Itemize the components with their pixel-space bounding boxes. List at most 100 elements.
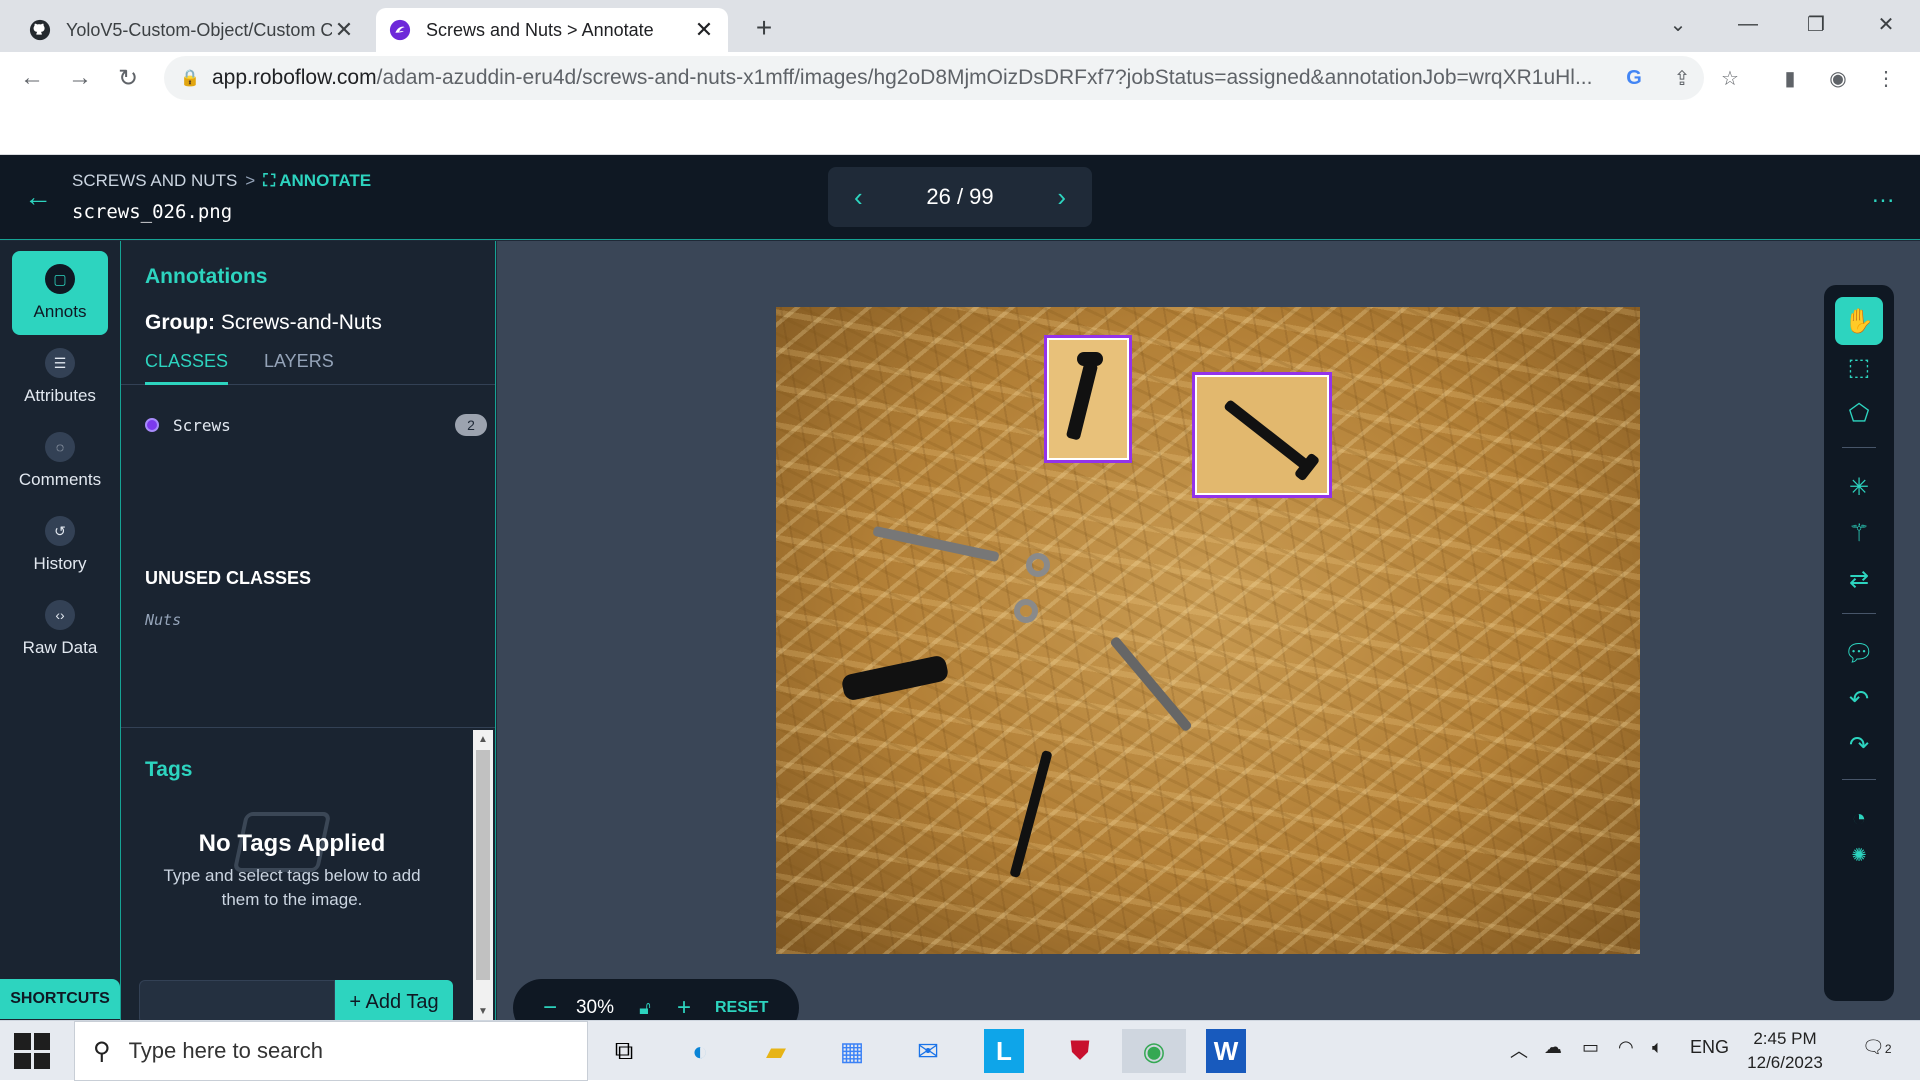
system-clock[interactable]: 2:45 PM 12/6/2023 [1730, 1027, 1840, 1075]
menu-icon[interactable]: ⋮ [1872, 64, 1900, 92]
comment-icon: ◌ [45, 432, 75, 462]
tag-input[interactable] [139, 980, 335, 1024]
scroll-up-icon[interactable]: ▲ [473, 730, 493, 748]
app-header: ← SCREWS AND NUTS > ⛶ ANNOTATE screws_02… [0, 155, 1920, 240]
bookmark-star-icon[interactable]: ☆ [1716, 64, 1744, 92]
bounding-box-screw[interactable] [1044, 335, 1132, 463]
tags-scrollbar[interactable]: ▲ ▼ [473, 730, 493, 1020]
rail-label: Comments [18, 470, 102, 489]
annotate-icon: ⛶ [263, 171, 280, 190]
url-path: /adam-azuddin-eru4d/screws-and-nuts-x1mf… [376, 66, 1592, 89]
minimize-button[interactable]: — [1728, 8, 1768, 40]
lock-zoom-icon[interactable]: 🔓︎ [623, 998, 667, 1019]
new-tab-button[interactable]: + [748, 12, 780, 44]
add-tag-button[interactable]: + Add Tag [335, 980, 453, 1024]
volume-icon[interactable]: 🔈︎ [1652, 1037, 1663, 1058]
more-options-icon[interactable]: ... [1872, 181, 1895, 209]
mcafee-icon[interactable]: ⛊ [1056, 1029, 1104, 1073]
edge-icon[interactable]: ◐ [676, 1029, 724, 1073]
close-tab-icon[interactable]: ✕ [332, 17, 356, 42]
tab-roboflow[interactable]: Screws and Nuts > Annotate ✕ [376, 8, 728, 52]
prev-image-icon[interactable]: ‹ [854, 182, 863, 213]
close-tab-icon[interactable]: ✕ [692, 17, 716, 42]
rail-history[interactable]: ↺ History [12, 503, 108, 587]
rail-raw-data[interactable]: ‹› Raw Data [12, 587, 108, 671]
breadcrumb: SCREWS AND NUTS > ⛶ ANNOTATE [72, 171, 371, 191]
tab-title: Screws and Nuts > Annotate [426, 19, 654, 40]
windows-taskbar: ⚲ Type here to search ⧉ ◐ ▰ ▦ ✉ L ⛊ ◉ W … [0, 1020, 1920, 1081]
tab-layers[interactable]: LAYERS [264, 347, 334, 385]
language-indicator[interactable]: ENG [1690, 1037, 1729, 1058]
scroll-down-icon[interactable]: ▼ [473, 1002, 493, 1020]
notifications-icon[interactable]: 🗨︎2 [1862, 1037, 1892, 1058]
screw [872, 525, 1000, 563]
tab-github[interactable]: YoloV5-Custom-Object/Custom C ✕ [16, 8, 368, 52]
bounding-box-icon[interactable]: ⬚ [1835, 343, 1883, 391]
roboflow-app: ← SCREWS AND NUTS > ⛶ ANNOTATE screws_02… [0, 155, 1920, 1037]
next-image-icon[interactable]: › [1057, 182, 1066, 213]
screw [1009, 749, 1053, 879]
panel-tabs: CLASSES LAYERS [121, 347, 495, 385]
google-icon[interactable]: G [1620, 64, 1648, 92]
redo-icon[interactable]: ↷ [1835, 721, 1883, 769]
address-bar[interactable]: 🔒 app.roboflow.com/adam-azuddin-eru4d/sc… [164, 56, 1704, 100]
bounding-box-screw[interactable] [1192, 372, 1332, 498]
wifi-icon[interactable]: ◠ [1618, 1037, 1634, 1058]
screw [1109, 635, 1193, 733]
comment-icon[interactable]: 💬︎ [1835, 629, 1883, 677]
github-icon [28, 18, 52, 42]
tab-search-icon[interactable]: ⌄ [1658, 8, 1698, 40]
reload-icon[interactable]: ↻ [110, 60, 146, 96]
annotation-canvas[interactable]: − 30% 🔓︎ + RESET ✋ ⬚ ⬠ ✳ ⚚ ⇄ 💬︎ ↶ ↷ ◔ ✺ [497, 241, 1920, 1037]
history-icon: ↺ [45, 516, 75, 546]
scroll-thumb[interactable] [476, 750, 490, 980]
word-icon[interactable]: W [1206, 1029, 1246, 1073]
class-count-badge: 2 [455, 414, 487, 436]
zoom-in-button[interactable]: + [667, 994, 701, 1022]
class-row-screws[interactable]: Screws 2 [145, 411, 487, 439]
file-explorer-icon[interactable]: ▰ [752, 1029, 800, 1073]
rail-label: Raw Data [22, 638, 98, 657]
taskbar-search[interactable]: ⚲ Type here to search [74, 1021, 588, 1081]
magic-wand-icon[interactable]: ⚚ [1835, 509, 1883, 557]
restore-button[interactable]: ❐ [1796, 8, 1836, 40]
task-view-icon[interactable]: ⧉ [600, 1029, 648, 1073]
forward-icon[interactable]: → [62, 60, 98, 96]
breadcrumb-project[interactable]: SCREWS AND NUTS [72, 171, 237, 191]
back-arrow-icon[interactable]: ← [24, 181, 52, 213]
rail-annots[interactable]: ▢ Annots [12, 251, 108, 335]
reset-zoom-button[interactable]: RESET [715, 999, 768, 1017]
no-tags-subtitle: Type and select tags below to add them t… [163, 866, 421, 909]
back-icon[interactable]: ← [14, 60, 50, 96]
tray-overflow-icon[interactable]: ︿ [1510, 1037, 1528, 1063]
breadcrumb-current-label: ANNOTATE [279, 171, 372, 190]
chrome-icon[interactable]: ◉ [1122, 1029, 1186, 1073]
tags-heading: Tags [145, 758, 193, 781]
hand-icon[interactable]: ✋ [1835, 297, 1883, 345]
settings-icon[interactable]: ✺ [1835, 831, 1883, 879]
store-icon[interactable]: ▦ [828, 1029, 876, 1073]
annotated-image[interactable] [776, 307, 1640, 954]
tab-classes[interactable]: CLASSES [145, 347, 229, 385]
rail-comments[interactable]: ◌ Comments [12, 419, 108, 503]
tool-palette: ✋ ⬚ ⬠ ✳ ⚚ ⇄ 💬︎ ↶ ↷ ◔ ✺ [1824, 285, 1894, 1001]
onedrive-icon[interactable]: ☁ [1544, 1037, 1562, 1058]
windows-start-icon[interactable] [14, 1033, 50, 1069]
app-l-icon[interactable]: L [984, 1029, 1024, 1073]
rail-attributes[interactable]: ☰ Attributes [12, 335, 108, 419]
smart-select-icon[interactable]: ✳ [1835, 463, 1883, 511]
close-window-button[interactable]: ✕ [1866, 8, 1906, 40]
mail-icon[interactable]: ✉ [904, 1029, 952, 1073]
repeat-icon[interactable]: ⇄ [1835, 555, 1883, 603]
profile-icon[interactable]: ◉ [1824, 64, 1852, 92]
unused-class-nuts: Nuts [145, 611, 182, 629]
undo-icon[interactable]: ↶ [1835, 675, 1883, 723]
tool-divider [1842, 613, 1876, 614]
side-panel-icon[interactable]: ▮ [1776, 64, 1804, 92]
unused-classes-heading: UNUSED CLASSES [145, 568, 312, 588]
shortcuts-button[interactable]: SHORTCUTS [0, 979, 120, 1019]
zoom-out-button[interactable]: − [533, 994, 567, 1022]
share-icon[interactable]: ⇪ [1668, 64, 1696, 92]
polygon-icon[interactable]: ⬠ [1835, 389, 1883, 437]
battery-icon[interactable]: ▭ [1582, 1037, 1599, 1058]
